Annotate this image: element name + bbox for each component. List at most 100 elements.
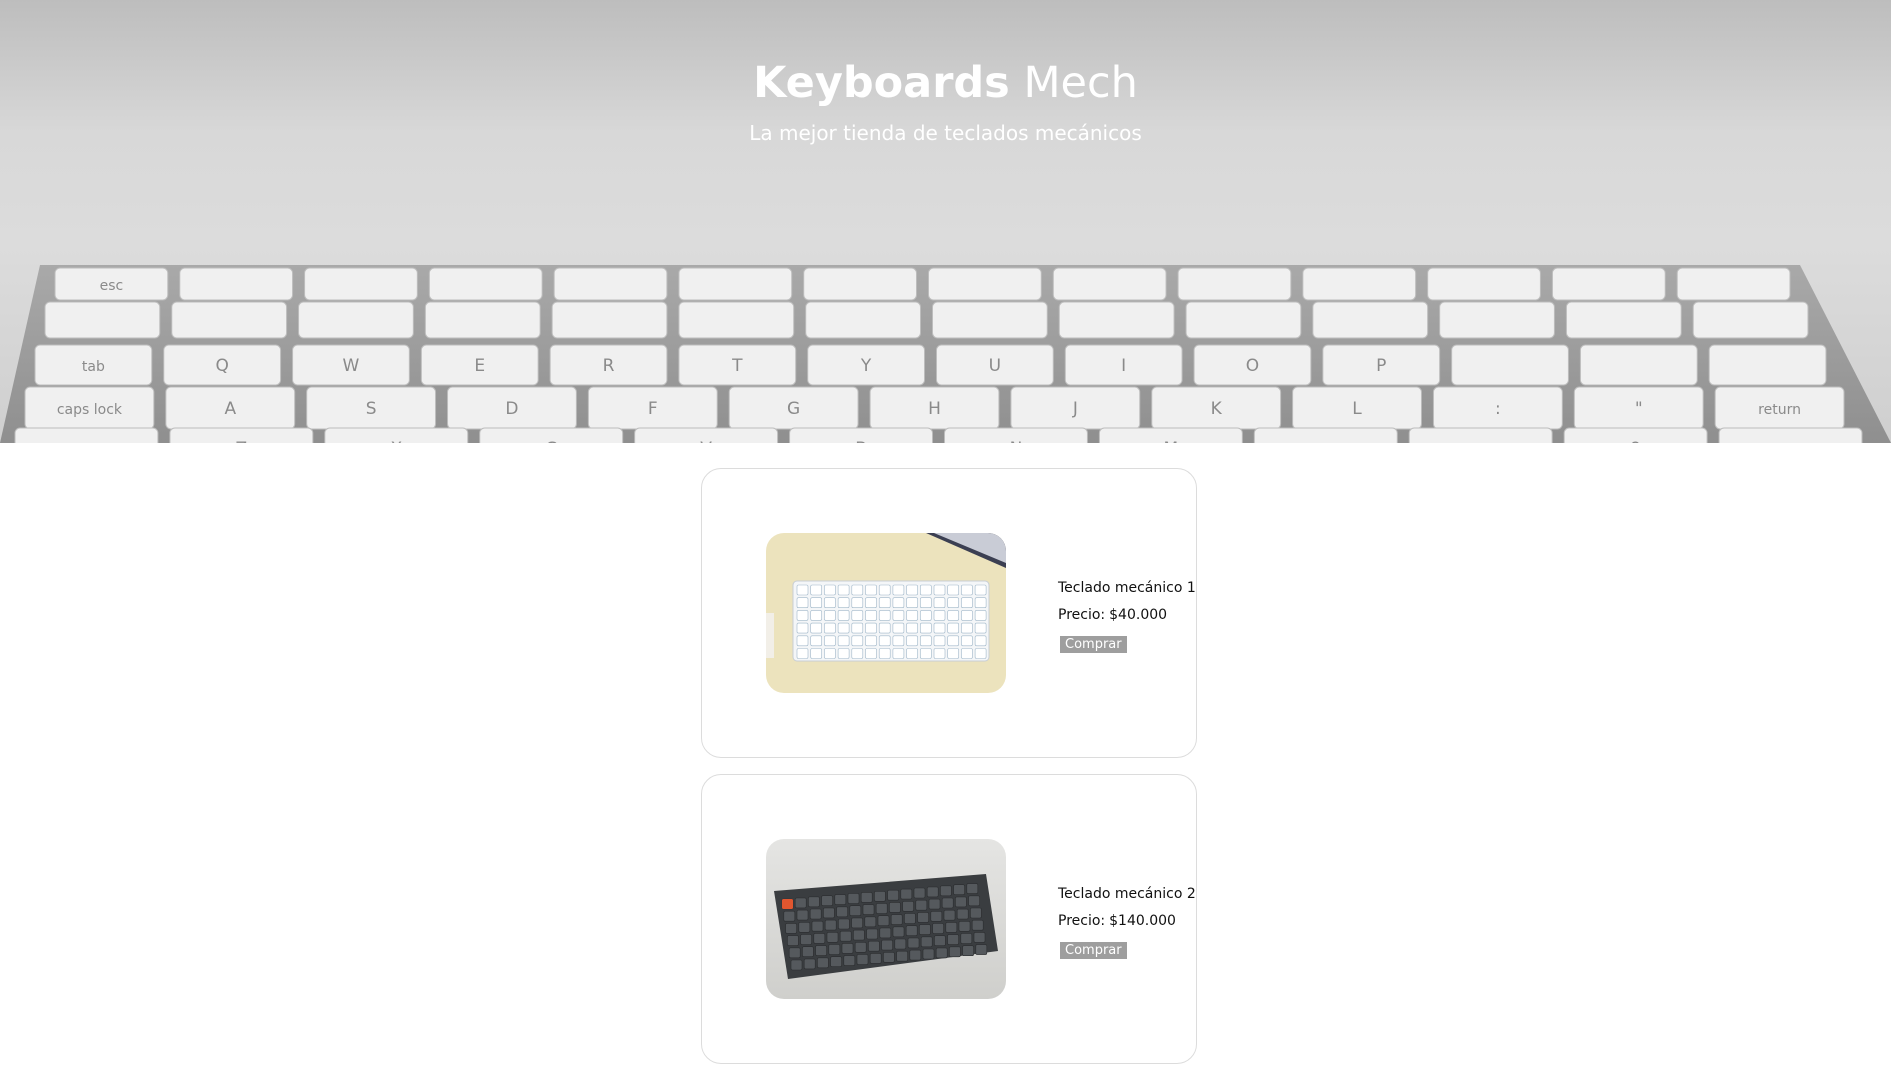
keycap (824, 597, 836, 608)
keycap (974, 648, 987, 659)
hero-key (1451, 344, 1569, 386)
keycap (961, 648, 973, 659)
keycap (824, 610, 836, 621)
keycap (968, 895, 980, 907)
price-label: Precio: (1058, 607, 1106, 623)
keycap (790, 959, 803, 971)
keycap (796, 635, 809, 647)
keycap (933, 622, 946, 634)
hero-banner: esc tab Q W E R T Y U I O Pcaps lock A S D F G H J K L: " retu… (0, 0, 1891, 443)
keycap (866, 928, 878, 940)
keycap (933, 597, 946, 608)
keycap (934, 935, 946, 946)
keycap (824, 584, 836, 596)
price-value: $40.000 (1109, 607, 1168, 623)
keycap (821, 895, 833, 907)
keycap (920, 622, 932, 634)
keycap (960, 933, 973, 944)
hero-key (1551, 267, 1666, 301)
hero-key-label: A (224, 399, 236, 419)
hero-key (803, 267, 918, 301)
keycap (920, 597, 932, 608)
keycap (865, 610, 877, 621)
hero-key (304, 267, 418, 301)
keycap (970, 907, 982, 919)
keycap (864, 916, 877, 928)
hero-key-label: I (1121, 356, 1126, 376)
product-image[interactable] (766, 839, 1006, 999)
price-label: Precio: (1058, 913, 1106, 929)
hero-key (1052, 267, 1167, 301)
product-card-1: Teclado mecánico 1 Precio: $40.000 Compra… (701, 468, 1197, 758)
keycap (949, 946, 961, 958)
keycap (824, 635, 836, 647)
keycap (878, 635, 891, 647)
keycap (906, 648, 918, 659)
keycap (837, 597, 850, 608)
buy-button[interactable]: Comprar (1060, 942, 1127, 959)
product-image[interactable] (766, 533, 1006, 693)
keycap (947, 597, 959, 608)
keycap (851, 610, 864, 621)
hero-key-label: V (700, 439, 712, 443)
keycap (941, 897, 954, 909)
keycap (894, 938, 907, 950)
keycap (851, 584, 864, 596)
keycap (865, 597, 877, 608)
keycap (971, 919, 984, 931)
keycap (837, 610, 850, 621)
keycap (966, 883, 979, 894)
hero-key (179, 267, 294, 301)
hero-key-label: H (928, 399, 941, 419)
keycap (961, 635, 973, 647)
keycap (906, 622, 918, 634)
keycap (810, 635, 823, 647)
keycap (956, 908, 969, 920)
keycap (811, 920, 824, 932)
hero-key (1718, 427, 1863, 443)
escape-keycap (782, 899, 793, 909)
keycap (788, 947, 801, 959)
keycap (947, 610, 959, 621)
keycap (828, 944, 841, 955)
keycap (808, 896, 820, 908)
hero-key-label: S (366, 399, 377, 419)
keycap (817, 957, 829, 969)
keycap (837, 584, 850, 596)
keycap (975, 944, 988, 955)
hero-key (1177, 267, 1292, 301)
keycap (851, 635, 864, 647)
product-info: Teclado mecánico 1 Precio: $40.000 Compra… (1058, 579, 1196, 653)
keycap (800, 934, 812, 945)
keycap (836, 906, 848, 918)
keycap (865, 648, 877, 659)
keycap (802, 946, 814, 957)
keycap (906, 610, 918, 621)
keycap (961, 584, 973, 596)
keycap (955, 896, 967, 908)
keycap (889, 902, 901, 913)
hero-key (171, 301, 288, 339)
keycap (869, 953, 882, 964)
buy-button[interactable]: Comprar (1060, 636, 1127, 653)
keycap (892, 926, 905, 938)
keycap (892, 648, 905, 659)
keycap (879, 927, 892, 939)
keycap (922, 948, 935, 960)
product-price: Precio: $40.000 (1058, 606, 1196, 624)
keycap (853, 929, 865, 941)
hero-key-label: M (1164, 439, 1179, 443)
keycap (824, 622, 836, 634)
hero-key (932, 301, 1048, 339)
keycap (902, 900, 914, 912)
keycap (947, 584, 959, 596)
keycap (890, 914, 903, 925)
keycap (930, 911, 943, 922)
hero-key-label: P (1376, 356, 1386, 376)
keycap (947, 622, 959, 634)
keycap (783, 910, 796, 922)
keycap (892, 597, 905, 608)
keycap (878, 584, 891, 596)
keycap (851, 648, 864, 659)
keycap (945, 922, 958, 933)
